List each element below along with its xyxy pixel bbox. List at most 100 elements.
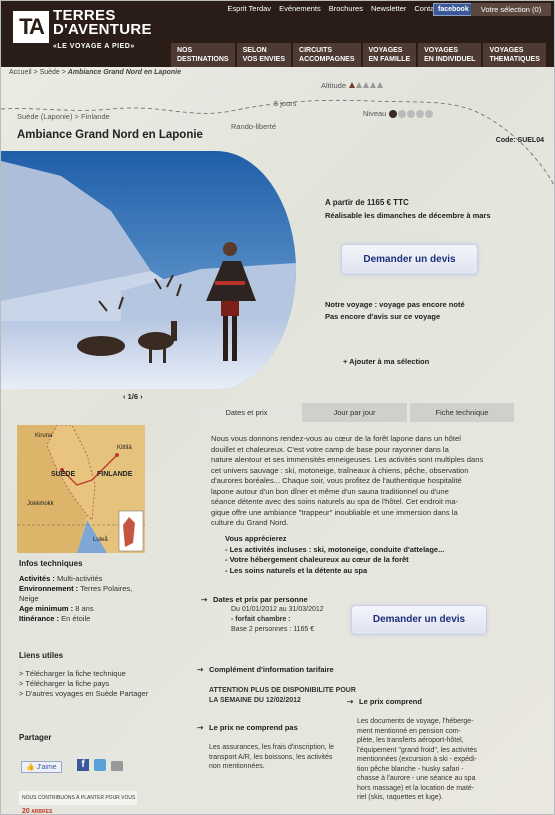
complement-section-title: ⇢ Complément d'information tarifaire	[197, 665, 334, 674]
top-links: Esprit Terdav Evénements Brochures Newsl…	[227, 4, 444, 13]
nav-label: VOYAGES	[424, 47, 459, 54]
nav-label: THEMATIQUES	[489, 56, 540, 63]
level-icon	[389, 110, 398, 119]
info-value: 8 ans	[73, 604, 94, 613]
excluded-line: non mentionnées.	[209, 763, 265, 770]
brand-tagline: «LE VOYAGE A PIED»	[53, 43, 135, 50]
included-line: riel (skis, raquettes et luge).	[357, 794, 443, 801]
route-type: Rando-liberté	[231, 122, 277, 131]
description-line: lapone autour d'un bon dîner et même d'u…	[211, 486, 449, 496]
included-title: Le prix comprend	[359, 697, 422, 706]
nav-label: ACCOMPAGNES	[299, 56, 355, 63]
rating-block: Notre voyage : voyage pas encore noté Pa…	[325, 299, 465, 323]
tab-jour-par-jour[interactable]: Jour par jour	[302, 403, 407, 422]
map-label-kittila: Kittilä	[117, 445, 132, 451]
request-quote-button-2[interactable]: Demander un devis	[351, 605, 487, 635]
trip-description: Nous vous donnons rendez-vous au cœur de…	[211, 434, 509, 529]
arrow-icon: ⇢	[197, 665, 204, 674]
level-indicator: Niveau	[363, 109, 434, 119]
page: TA TERRES D'AVENTURE «LE VOYAGE A PIED» …	[0, 0, 555, 815]
nav-label: EN INDIVIDUEL	[424, 56, 476, 63]
trees-word: ARBRES	[31, 809, 53, 815]
altitude-icon	[377, 82, 384, 88]
nav-label: NOS	[177, 47, 193, 54]
breadcrumb-home[interactable]: Accueil	[9, 69, 32, 76]
print-icon[interactable]	[111, 761, 123, 771]
nav-thematiques[interactable]: VOYAGES THEMATIQUES	[483, 43, 546, 67]
brand-name[interactable]: TERRES D'AVENTURE «LE VOYAGE A PIED»	[53, 8, 152, 54]
nav-destinations[interactable]: NOS DESTINATIONS	[171, 43, 235, 67]
altitude-icon	[356, 82, 363, 88]
route-to: Finlande	[81, 112, 110, 121]
description-line: nature alentour et ses immensités enneig…	[211, 455, 484, 464]
nav-famille[interactable]: VOYAGES EN FAMILLE	[362, 43, 417, 67]
level-icon	[398, 110, 407, 119]
description-line: Nous vous donnons rendez-vous au cœur de…	[211, 434, 461, 443]
altitude-label: Altitude	[321, 81, 347, 90]
route-duration: 5 jours	[274, 99, 297, 108]
nav-label: DESTINATIONS	[177, 56, 229, 63]
info-key: Activités :	[19, 574, 55, 583]
link-esprit-terdav[interactable]: Esprit Terdav	[227, 4, 271, 13]
nav-label: EN FAMILLE	[368, 56, 411, 63]
description-line: séance détente avec des soins naturels a…	[211, 497, 459, 506]
nav-envies[interactable]: SELON VOS ENVIES	[236, 43, 292, 67]
infos-title: Infos techniques	[19, 559, 83, 568]
nav-circuits[interactable]: CIRCUITS ACCOMPAGNES	[293, 43, 361, 67]
complement-title: Complément d'information tarifaire	[209, 665, 334, 674]
info-value: Multi-activités	[54, 574, 103, 583]
dates-formula: - forfait chambre :	[231, 616, 291, 623]
included-line: l'équipement "grand froid", les activité…	[357, 746, 477, 754]
info-row: Activités : Multi-activités	[19, 574, 139, 584]
trees-banner[interactable]: NOUS CONTRIBUONS À PLANTER POUR VOUS 20 …	[19, 791, 137, 814]
route-from: Suède (Laponie)	[17, 112, 73, 121]
gallery-pager: ‹ 1/6 ›	[123, 392, 143, 401]
link-evenements[interactable]: Evénements	[279, 4, 321, 13]
gallery-prev-icon[interactable]: ‹	[123, 392, 126, 401]
nav-individuel[interactable]: VOYAGES EN INDIVIDUEL	[418, 43, 482, 67]
request-quote-button[interactable]: Demander un devis	[341, 244, 478, 275]
like-button[interactable]: 👍 J'aime	[21, 761, 62, 773]
page-title: Ambiance Grand Nord en Laponie	[17, 129, 203, 141]
twitter-share-icon[interactable]	[94, 759, 106, 771]
info-key: Itinérance :	[19, 614, 60, 623]
tab-dates-prix[interactable]: Dates et prix	[194, 403, 299, 422]
info-key: Environnement :	[19, 584, 79, 593]
level-icon	[407, 110, 416, 119]
gallery-next-icon[interactable]: ›	[140, 392, 143, 401]
nav-label: VOYAGES	[368, 47, 403, 54]
altitude-icon	[370, 82, 377, 88]
breadcrumb-current: Ambiance Grand Nord en Laponie	[67, 69, 181, 76]
link-autres-voyages[interactable]: > D'autres voyages en Suède Partager	[19, 689, 149, 699]
link-brochures[interactable]: Brochures	[329, 4, 363, 13]
trees-text: NOUS CONTRIBUONS À PLANTER POUR VOUS	[22, 795, 136, 801]
add-to-selection-link[interactable]: + Ajouter à ma sélection	[343, 357, 429, 366]
reviews-status[interactable]: Pas encore d'avis sur ce voyage	[325, 311, 465, 323]
breadcrumb: Accueil > Suède > Ambiance Grand Nord en…	[9, 69, 181, 76]
availability-notice: ATTENTION PLUS DE DISPONIBILITE POUR LA …	[209, 686, 356, 705]
schedule: Réalisable les dimanches de décembre à m…	[325, 211, 491, 220]
description-line: douillet et chaleureux. C'est votre camp…	[211, 444, 449, 454]
facebook-button[interactable]: facebook	[433, 3, 474, 16]
breadcrumb-country[interactable]: Suède	[40, 69, 60, 76]
included-section-title: ⇢ Le prix comprend	[347, 697, 422, 706]
excluded-text: Les assurances, les frais d'inscription,…	[209, 743, 349, 772]
link-fiche-technique[interactable]: > Télécharger la fiche technique	[19, 669, 149, 679]
link-newsletter[interactable]: Newsletter	[371, 4, 406, 13]
notice-line: ATTENTION PLUS DE DISPONIBILITE POUR	[209, 687, 356, 694]
tab-fiche-technique[interactable]: Fiche technique	[410, 403, 514, 422]
nav-label: CIRCUITS	[299, 47, 333, 54]
trip-map[interactable]: Kiruna Kittilä SUÈDE FINLANDE Jokkmokk L…	[17, 425, 145, 553]
facebook-share-icon[interactable]: f	[77, 759, 89, 771]
brand-logo[interactable]: TA	[13, 11, 49, 43]
infos-list: Activités : Multi-activités Environnemen…	[19, 574, 139, 624]
link-fiche-pays[interactable]: > Télécharger la fiche pays	[19, 679, 149, 689]
description-line: gique offre une ambiance "trappeur" inou…	[211, 507, 458, 517]
selection-button[interactable]: Votre sélection (0)	[471, 3, 551, 16]
map-label-kiruna: Kiruna	[35, 433, 53, 439]
share-title: Partager	[19, 733, 52, 742]
info-key: Age minimum :	[19, 604, 74, 613]
hero-photo[interactable]	[1, 151, 296, 389]
arrow-icon: ⇢	[197, 723, 204, 732]
route-start: Suède (Laponie) > Finlande	[17, 112, 110, 121]
